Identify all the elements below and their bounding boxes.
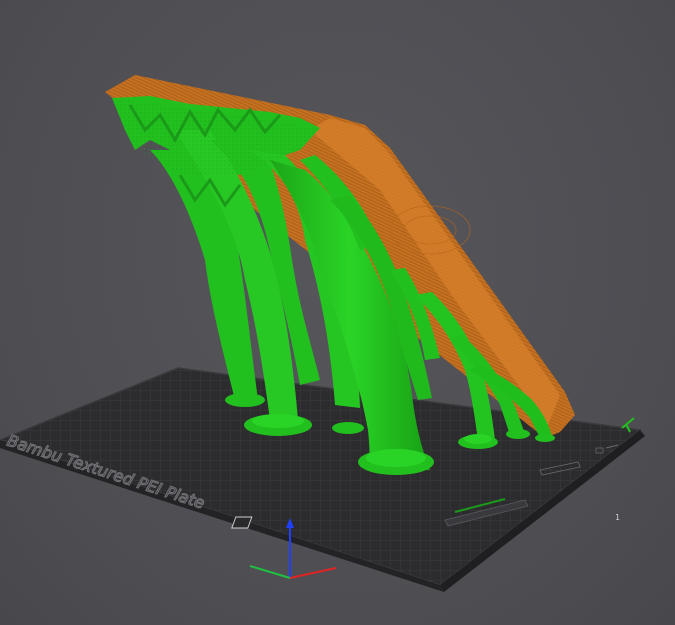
axis-y: [249, 565, 291, 579]
3d-viewport[interactable]: Bambu Textured PEI Plate 1: [0, 0, 675, 625]
axis-x: [289, 567, 337, 579]
scene: Bambu Textured PEI Plate 1: [0, 75, 645, 592]
plate-number-badge[interactable]: [231, 516, 253, 529]
plate-number: 1: [615, 513, 620, 522]
